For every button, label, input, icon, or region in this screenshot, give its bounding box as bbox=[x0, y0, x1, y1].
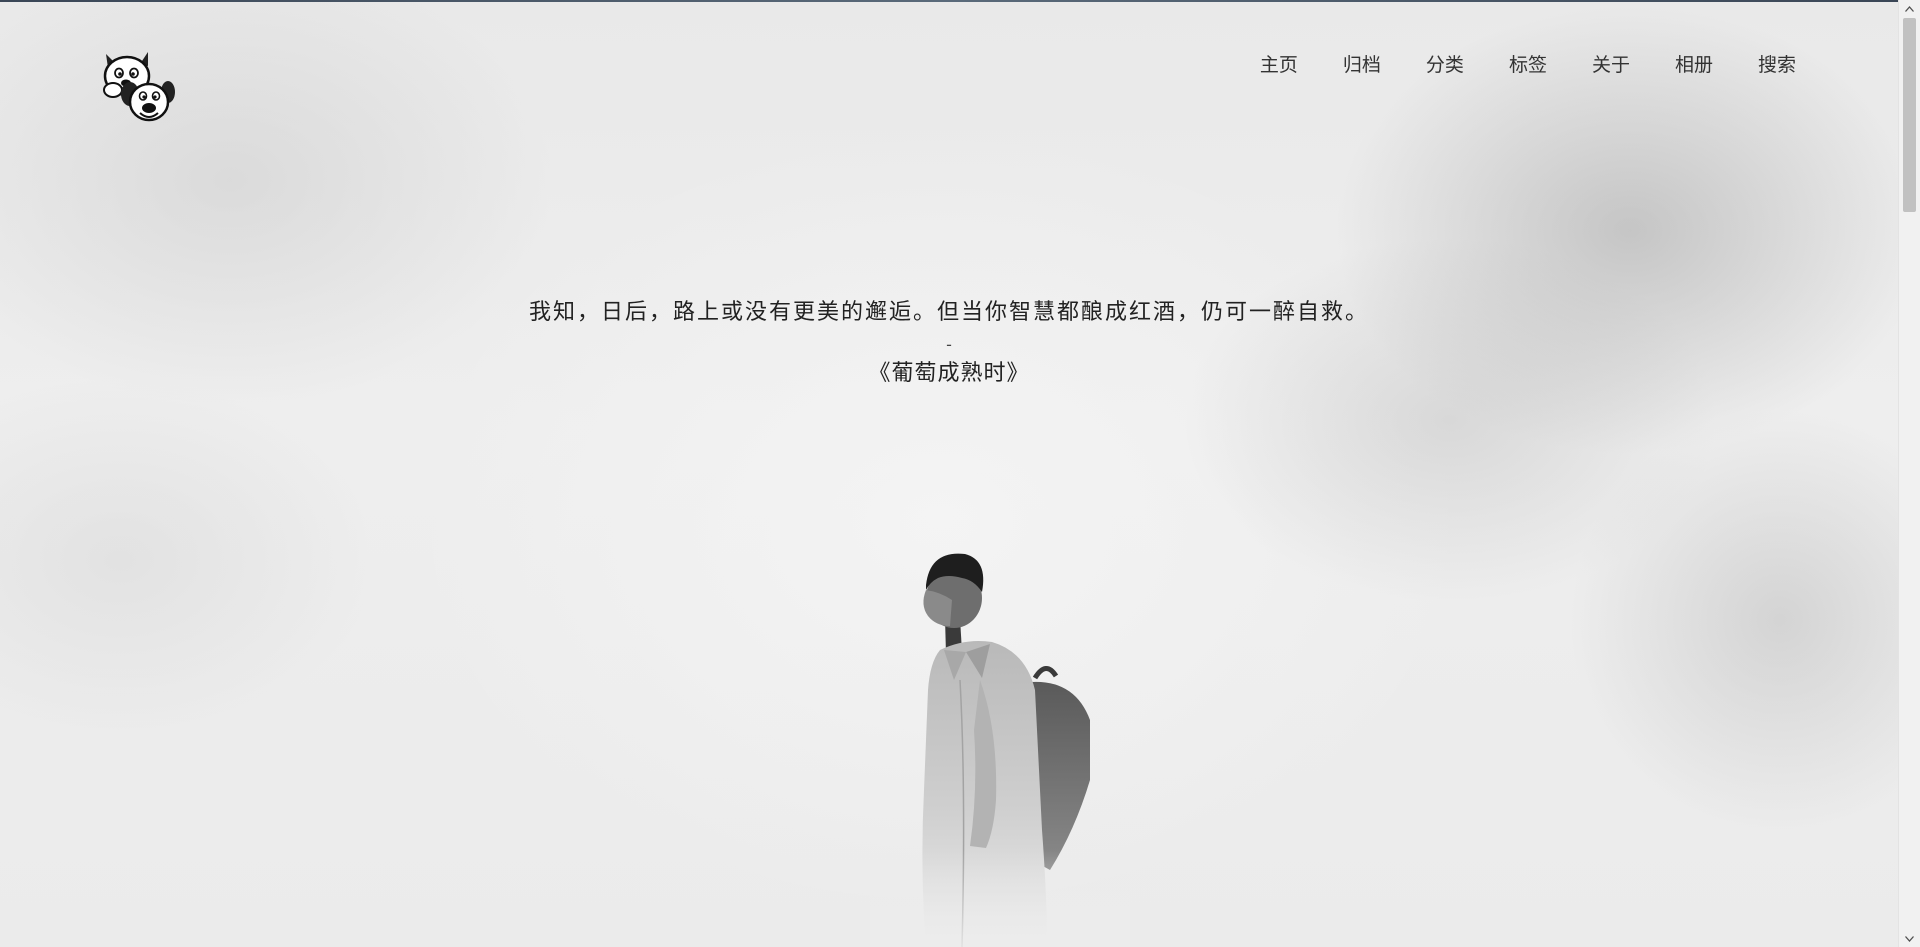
cartoon-dogs-logo-icon[interactable] bbox=[100, 50, 176, 126]
browser-viewport: 主页 归档 分类 标签 关于 相册 搜索 我知，日后，路上或没有更美的邂逅。但当… bbox=[0, 0, 1920, 947]
top-edge-line bbox=[0, 0, 1898, 2]
nav-item-search[interactable]: 搜索 bbox=[1758, 50, 1796, 80]
quote-text: 我知，日后，路上或没有更美的邂逅。但当你智慧都酿成红酒，仍可一醉自救。 bbox=[528, 300, 1369, 325]
chevron-down-icon[interactable] bbox=[1899, 930, 1920, 947]
main-nav: 主页 归档 分类 标签 关于 相册 搜索 bbox=[1215, 50, 1796, 80]
hero-banner: 主页 归档 分类 标签 关于 相册 搜索 我知，日后，路上或没有更美的邂逅。但当… bbox=[0, 0, 1898, 947]
nav-item-about[interactable]: 关于 bbox=[1592, 50, 1630, 80]
nav-item-gallery[interactable]: 相册 bbox=[1675, 50, 1713, 80]
quote-source: 《葡萄成熟时》 bbox=[868, 361, 1030, 386]
nav-item-archive[interactable]: 归档 bbox=[1343, 50, 1381, 80]
page-scrollbar[interactable] bbox=[1898, 0, 1920, 947]
man-with-backpack-image bbox=[870, 553, 1130, 947]
chevron-up-icon[interactable] bbox=[1899, 0, 1920, 17]
hero-quote: 我知，日后，路上或没有更美的邂逅。但当你智慧都酿成红酒，仍可一醉自救。 - 《葡… bbox=[0, 293, 1898, 391]
scrollbar-thumb[interactable] bbox=[1903, 18, 1916, 212]
quote-separator: - bbox=[946, 335, 952, 354]
nav-item-categories[interactable]: 分类 bbox=[1426, 50, 1464, 80]
nav-item-tags[interactable]: 标签 bbox=[1509, 50, 1547, 80]
nav-item-home[interactable]: 主页 bbox=[1260, 50, 1298, 80]
